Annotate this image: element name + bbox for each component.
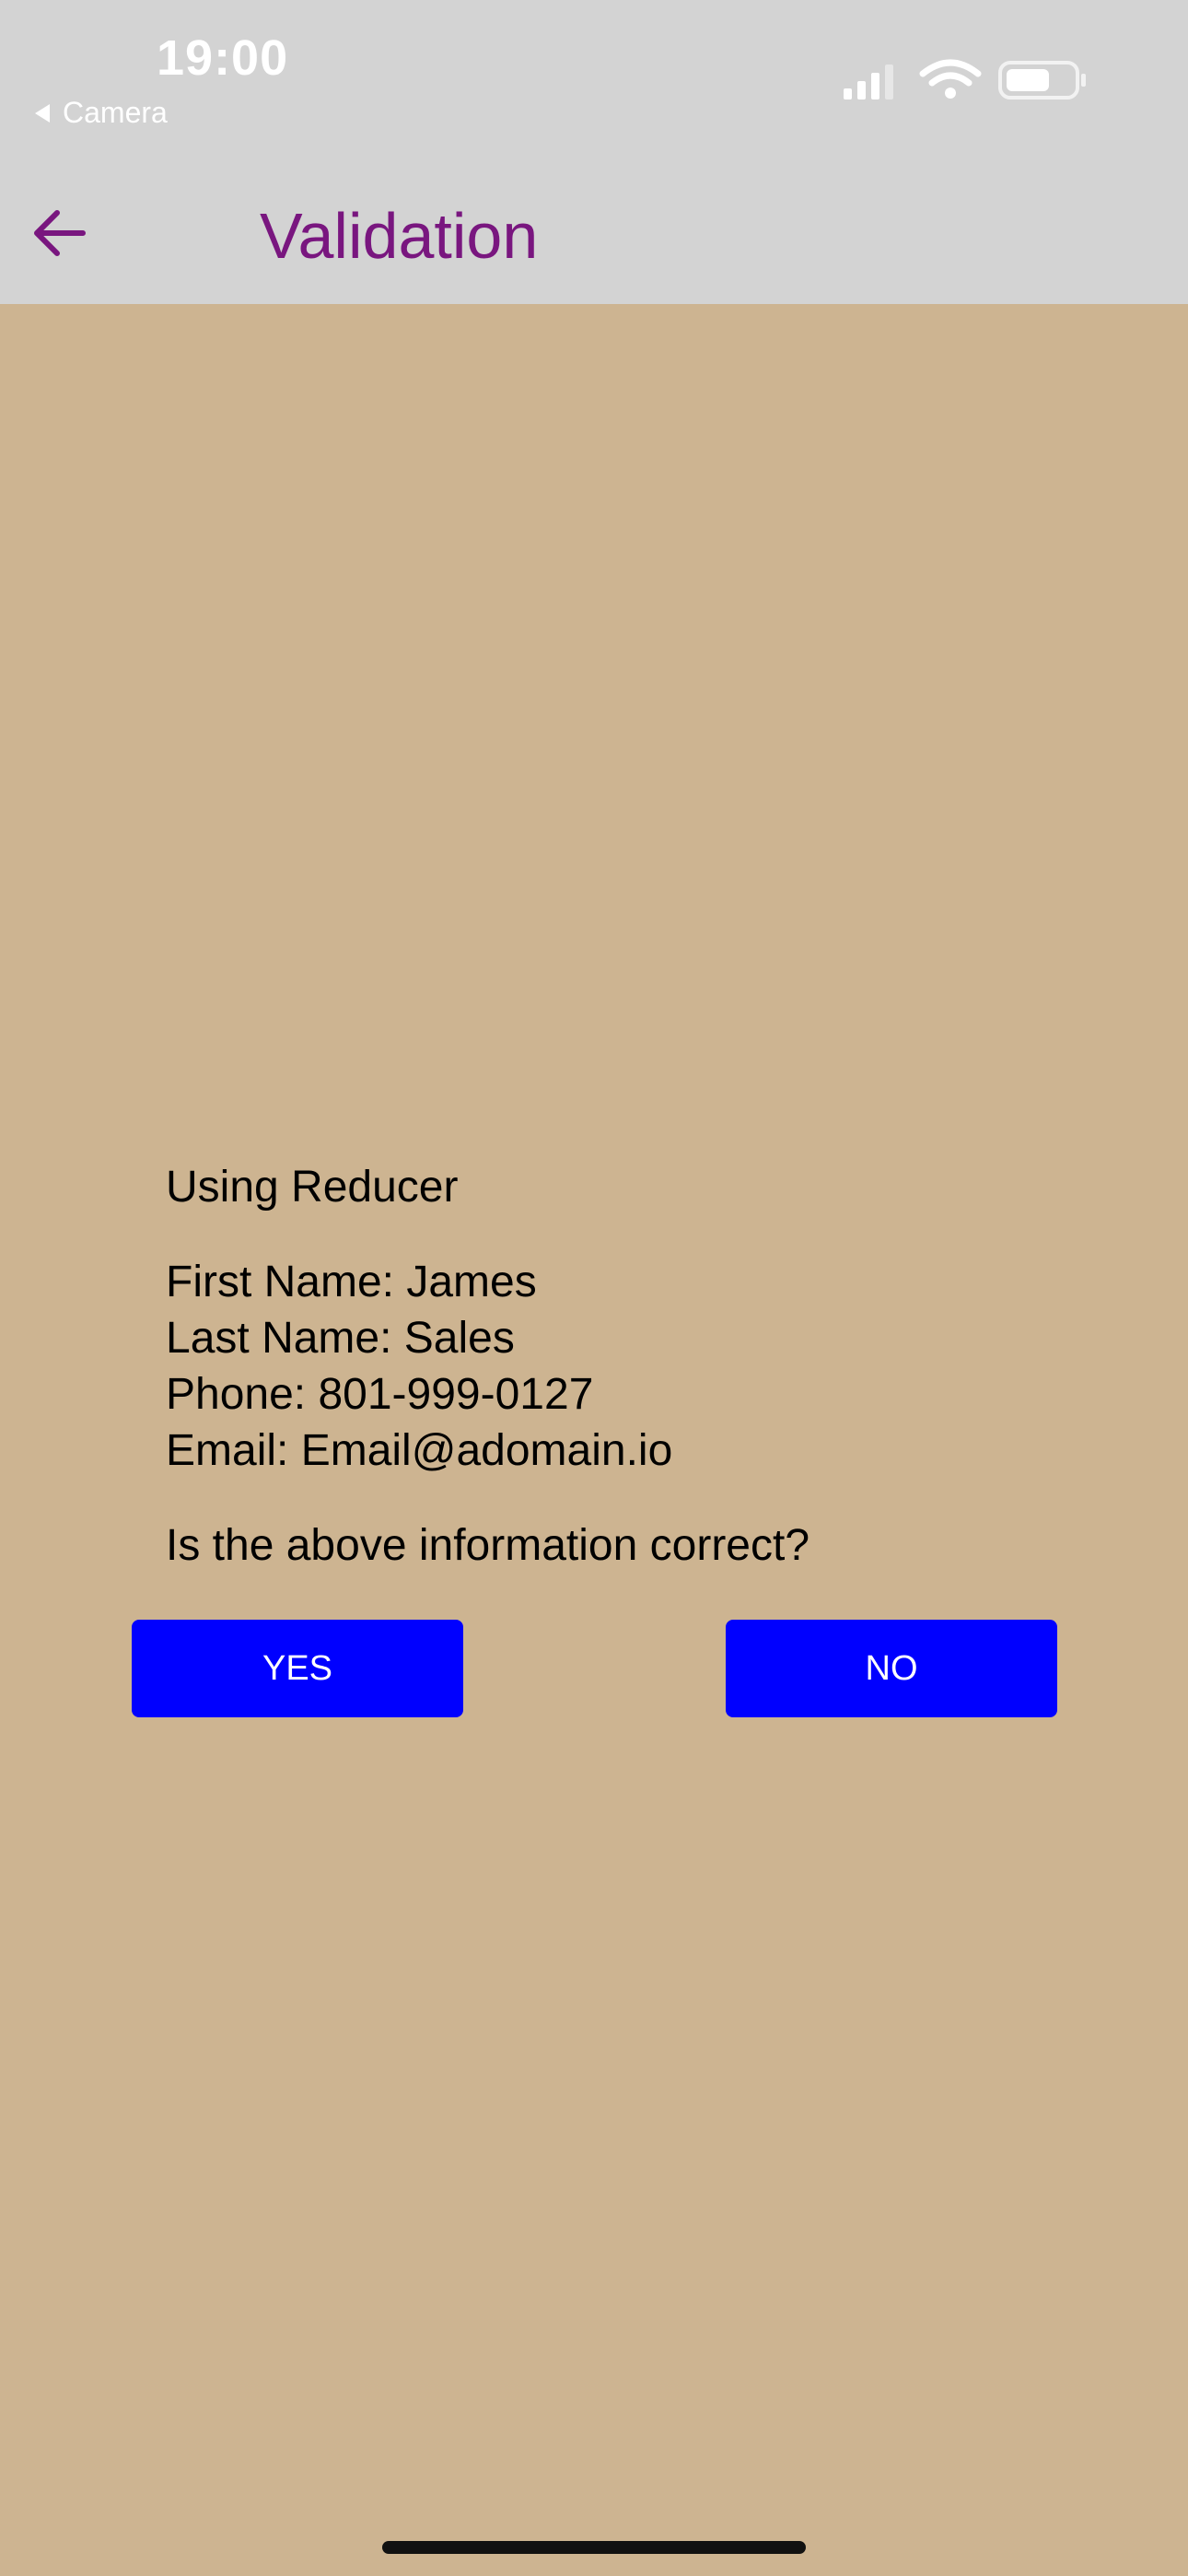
yes-button[interactable]: YES — [132, 1620, 463, 1717]
cellular-signal-icon — [844, 64, 893, 100]
email-line: Email: Email@adomain.io — [166, 1426, 673, 1475]
back-to-app-link[interactable]: Camera — [35, 96, 168, 130]
status-time: 19:00 — [157, 30, 289, 86]
last-name-line: Last Name: Sales — [166, 1314, 515, 1363]
first-name-line: First Name: James — [166, 1258, 537, 1306]
back-triangle-icon — [35, 103, 50, 123]
confirmation-question: Is the above information correct? — [166, 1521, 810, 1570]
back-arrow-icon[interactable] — [31, 205, 88, 262]
status-icons — [844, 59, 1086, 100]
page-title: Validation — [260, 200, 539, 272]
battery-icon — [998, 61, 1086, 100]
wifi-icon — [919, 59, 982, 99]
section-heading: Using Reducer — [166, 1163, 459, 1212]
phone-line: Phone: 801-999-0127 — [166, 1370, 594, 1419]
back-app-label: Camera — [63, 96, 168, 129]
top-bar: 19:00 Camera Validation — [0, 0, 1188, 304]
validation-content: Using Reducer First Name: James Last Nam… — [166, 1159, 1087, 1574]
no-button[interactable]: NO — [726, 1620, 1057, 1717]
home-indicator[interactable] — [382, 2541, 806, 2554]
info-block: First Name: James Last Name: Sales Phone… — [166, 1254, 1087, 1479]
